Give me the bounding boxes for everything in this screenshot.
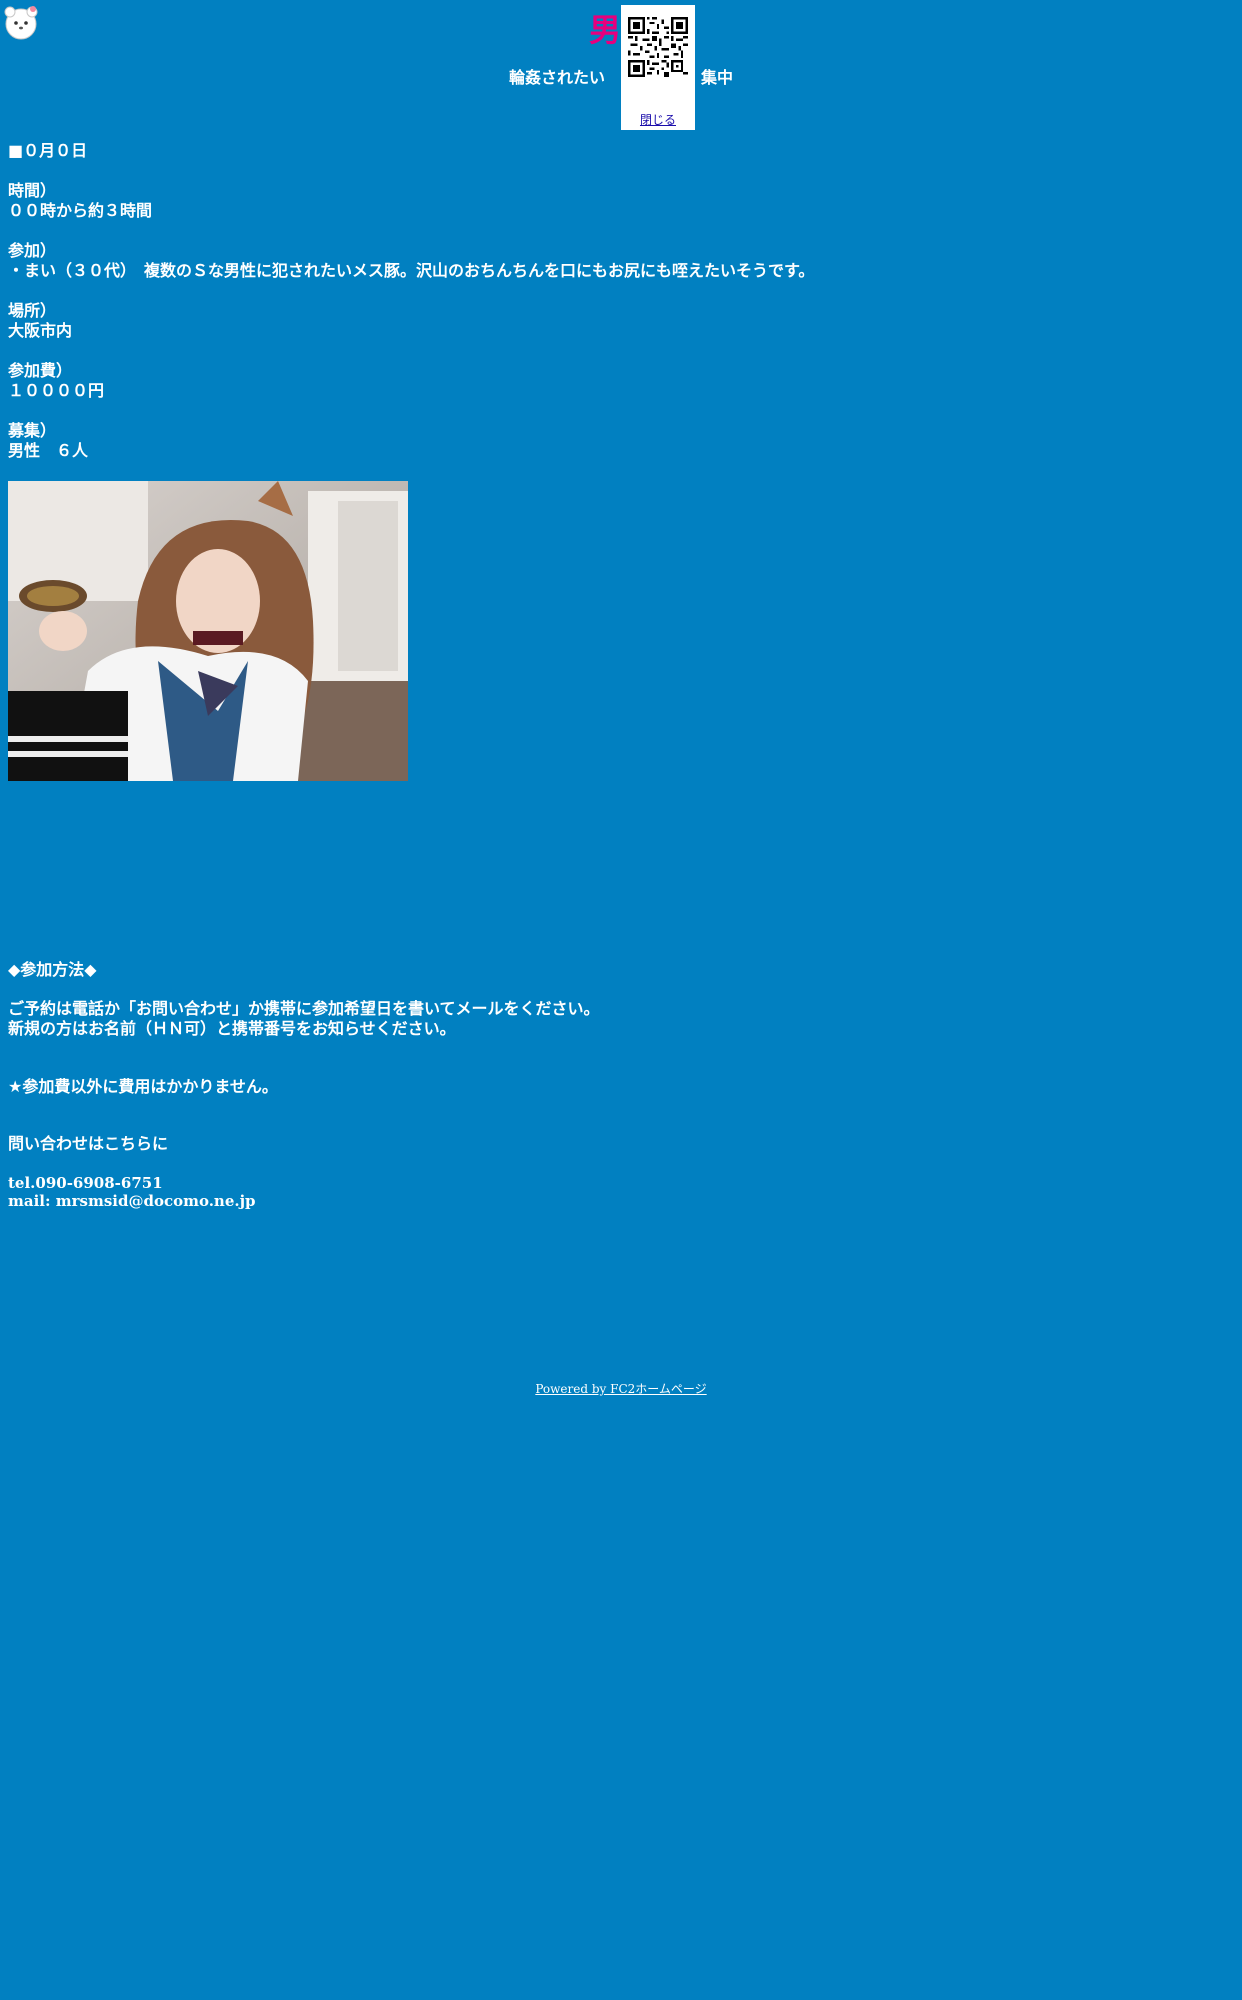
place-value: 大阪市内: [8, 321, 73, 340]
contact-heading: 問い合わせはこちらに: [8, 1134, 169, 1153]
how-to-line1: ご予約は電話か「お問い合わせ」か携帯に参加希望日を書いてメールをください。: [8, 999, 600, 1018]
time-label: 時間）: [8, 181, 57, 200]
fee-value: １００００円: [8, 381, 105, 400]
fee-note: ★参加費以外に費用はかかりません。: [8, 1077, 278, 1096]
powered-by-link[interactable]: Powered by FC2ホームページ: [535, 1382, 706, 1396]
fee-label: 参加費）: [8, 361, 73, 380]
footer: Powered by FC2ホームページ: [0, 1381, 1242, 1397]
qr-popup: 閉じる: [621, 5, 695, 130]
site-subtitle-suffix: 集中: [701, 68, 734, 87]
place-label: 場所）: [8, 301, 57, 320]
event-photo: [8, 481, 408, 781]
recruit-value: 男性 ６人: [8, 441, 89, 460]
qr-code-icon: [628, 17, 688, 77]
participant-label: 参加）: [8, 241, 57, 260]
how-to-line2: 新規の方はお名前（ＨＮ可）と携帯番号をお知らせください。: [8, 1019, 456, 1038]
event-date: ■０月０日: [8, 141, 88, 160]
participant-value: ・まい（３０代） 複数のＳな男性に犯されたいメス豚。沢山のおちんちんを口にもお尻…: [8, 261, 815, 280]
contact-mail: mail: mrsmsid@docomo.ne.jp: [8, 1192, 256, 1210]
time-value: ００時から約３時間: [8, 201, 153, 220]
contact-tel: tel.090-6908-6751: [8, 1174, 163, 1192]
how-to-heading: ◆参加方法◆: [8, 960, 97, 979]
recruit-label: 募集）: [8, 421, 57, 440]
qr-close-link[interactable]: 閉じる: [621, 113, 695, 127]
site-subtitle-text: 輪姦されたい: [508, 68, 605, 87]
